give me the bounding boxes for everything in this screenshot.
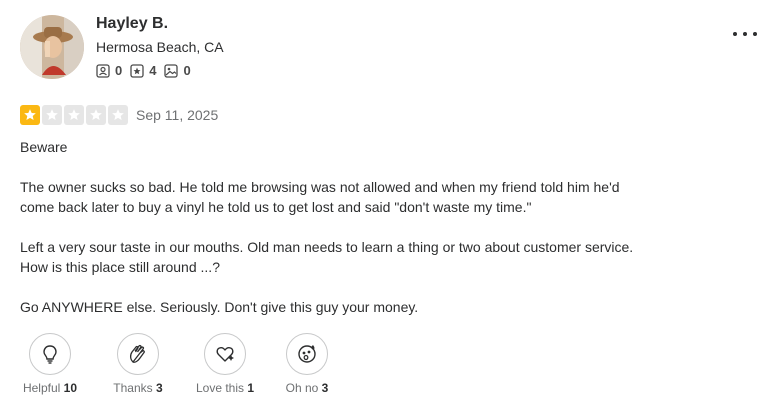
thanks-label: Thanks 3 [113,381,163,395]
review-paragraph: Beware [20,139,68,155]
user-location: Hermosa Beach, CA [96,39,224,55]
user-stats: 0 4 0 [96,63,199,78]
love-this-label: Love this 1 [195,381,255,395]
love-this-button[interactable] [204,333,246,375]
star-icon [64,105,84,125]
more-dot-icon [743,32,747,36]
user-name[interactable]: Hayley B. [96,15,168,33]
photos-icon [164,63,179,78]
more-options-button[interactable] [733,26,757,42]
star-icon [42,105,62,125]
photos-stat: 0 [164,63,191,78]
photos-count: 0 [183,63,191,78]
helpful-count: 10 [63,381,78,395]
star-rating [20,105,130,125]
review-paragraph: Left a very sour taste in our mouths. Ol… [20,239,634,275]
reaction-oh-no: Oh no 3 [276,333,338,395]
helpful-button[interactable] [29,333,71,375]
thanks-button[interactable] [117,333,159,375]
review-text: Beware The owner sucks so bad. He told m… [20,137,720,337]
review-paragraph: Go ANYWHERE else. Seriously. Don't give … [20,299,419,315]
heart-icon [216,346,234,362]
reaction-thanks: Thanks 3 [88,333,188,395]
clapping-hands-icon [129,344,145,363]
reactions-bar: Helpful 10 Thanks 3 Love this 1 Oh no 3 [20,333,338,395]
more-dot-icon [753,32,757,36]
friends-stat: 0 [96,63,122,78]
reaction-love: Love this 1 [188,333,262,395]
thanks-count: 3 [156,381,163,395]
oh-no-button[interactable] [286,333,328,375]
star-icon [86,105,106,125]
helpful-label: Helpful 10 [22,381,78,395]
star-icon [20,105,40,125]
love-this-count: 1 [247,381,255,395]
reviews-stat: 4 [130,63,156,78]
avatar[interactable] [20,15,84,79]
oh-no-count: 3 [321,381,329,395]
more-dot-icon [733,32,737,36]
rating-row: Sep 11, 2025 [20,105,218,125]
reviews-icon [130,63,144,78]
review-date: Sep 11, 2025 [136,107,219,123]
surprised-face-icon [298,345,316,363]
friends-icon [96,63,110,78]
oh-no-label: Oh no 3 [285,381,329,395]
reaction-helpful: Helpful 10 [20,333,80,395]
review-paragraph: The owner sucks so bad. He told me brows… [20,179,620,215]
friends-count: 0 [115,63,123,78]
star-icon [108,105,128,125]
reviews-count: 4 [149,63,157,78]
lightbulb-icon [43,345,57,364]
